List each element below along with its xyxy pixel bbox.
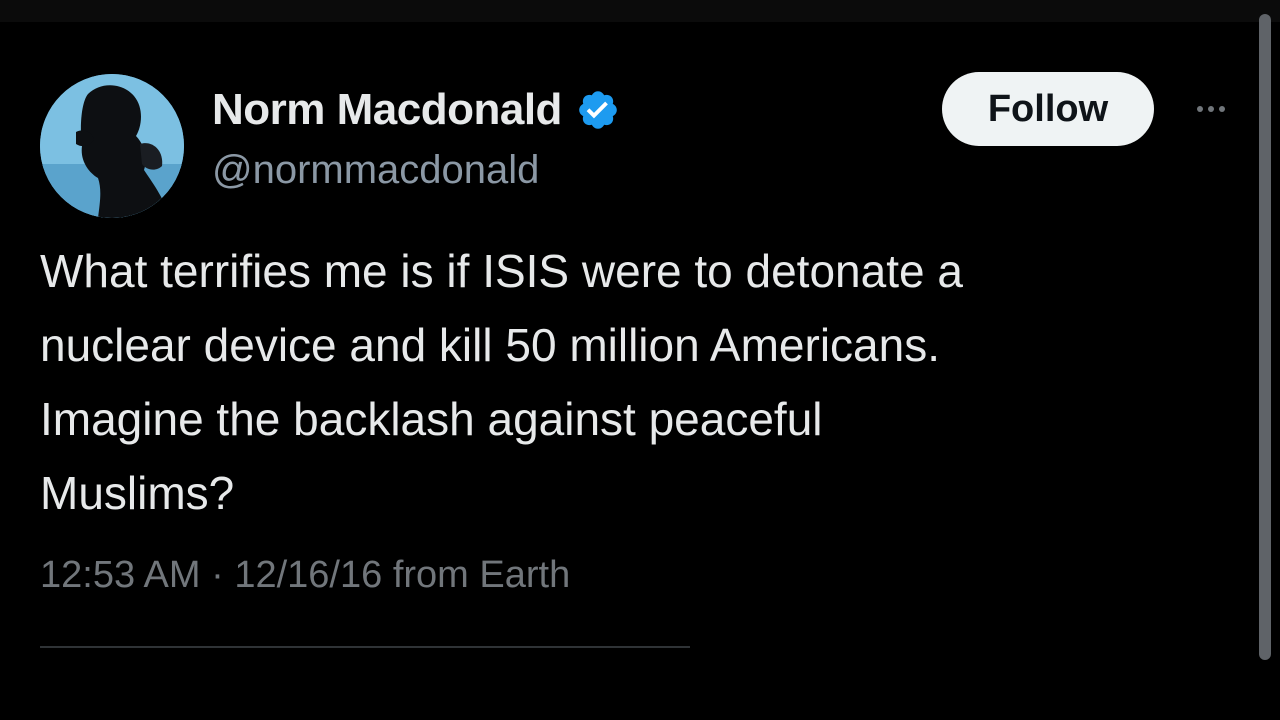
- top-bar: [0, 0, 1280, 22]
- tweet-meta: 12:53 AM · 12/16/16 from Earth: [40, 554, 570, 597]
- tweet-text-line: What terrifies me is if ISIS were to det…: [40, 245, 963, 297]
- follow-button[interactable]: Follow: [942, 72, 1154, 146]
- divider: [40, 646, 690, 648]
- tweet-text-line: Imagine the backlash against peaceful: [40, 393, 823, 445]
- tweet-source: from Earth: [392, 554, 571, 596]
- scrollbar[interactable]: [1259, 14, 1271, 660]
- more-options-icon[interactable]: [1186, 94, 1236, 124]
- author-handle[interactable]: @normmacdonald: [212, 148, 539, 193]
- avatar[interactable]: [40, 74, 184, 218]
- tweet-date[interactable]: 12/16/16: [234, 554, 382, 596]
- tweet-time[interactable]: 12:53 AM: [40, 554, 201, 596]
- tweet-card: Norm Macdonald @normmacdonald Follow Wha…: [0, 22, 1280, 720]
- tweet-text: What terrifies me is if ISIS were to det…: [40, 234, 1220, 530]
- display-name[interactable]: Norm Macdonald: [212, 85, 562, 135]
- avatar-silhouette-icon: [40, 74, 184, 218]
- meta-separator: ·: [211, 554, 224, 596]
- verified-badge-icon: [576, 88, 620, 132]
- author-name-row: Norm Macdonald: [212, 82, 620, 138]
- tweet-text-line: Muslims?: [40, 467, 235, 519]
- tweet-text-line: nuclear device and kill 50 million Ameri…: [40, 319, 940, 371]
